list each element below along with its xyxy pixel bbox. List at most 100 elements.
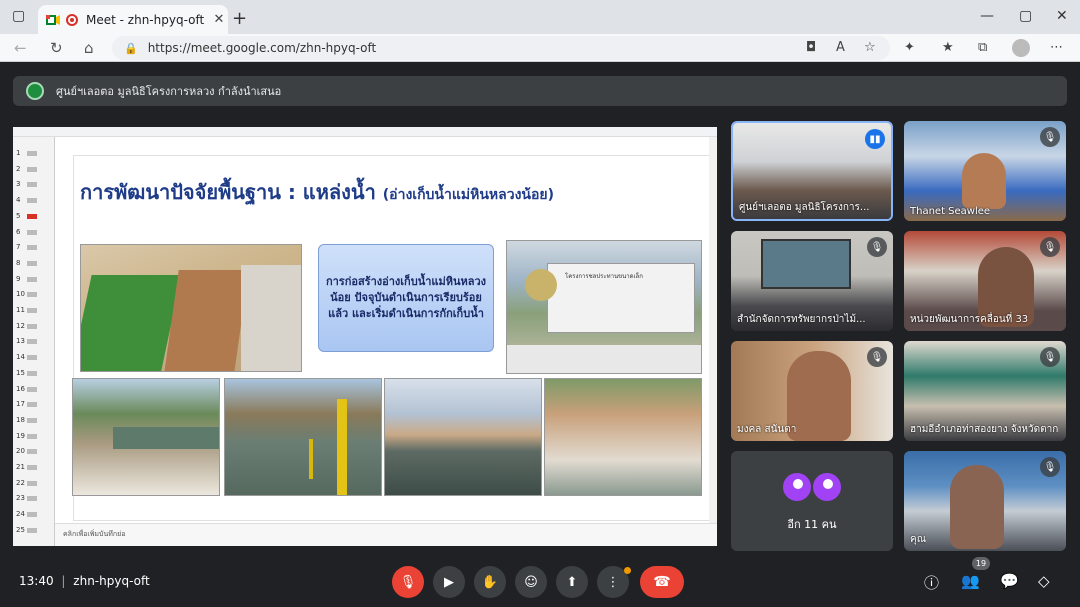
chat-icon[interactable]: 💬 [1000, 572, 1019, 590]
slide-title: การพัฒนาปัจจัยพื้นฐาน : แหล่งน้ำ (อ่างเก… [80, 176, 554, 208]
slide-thumb-icon[interactable] [27, 260, 37, 266]
slide-thumb-number[interactable]: 7 [16, 243, 20, 251]
slide-thumb-icon[interactable] [27, 339, 37, 345]
profile-avatar-icon[interactable] [1012, 39, 1030, 57]
mic-off-icon: 🎙 [867, 237, 887, 257]
close-tab-icon[interactable]: ✕ [210, 12, 228, 27]
slide-thumb-icon[interactable] [27, 417, 37, 423]
participant-name: หน่วยพัฒนาการคลื่อนที่ 33 [910, 314, 1029, 325]
slide-thumbnails[interactable]: 1 2 3 4 5 6 7 8 9 10 11 12 13 14 15 16 17 18 19 20 21 22 23 24 2… [13, 137, 55, 546]
more-menu-icon[interactable]: ⋯ [1050, 40, 1063, 55]
slide-title-main: การพัฒนาปัจจัยพื้นฐาน : แหล่งน้ำ [80, 180, 376, 204]
slide-thumb-number[interactable]: 25 [16, 526, 25, 534]
new-tab-icon[interactable]: + [232, 8, 247, 29]
slide-thumb-icon[interactable] [27, 370, 37, 376]
collections-icon[interactable]: ⧉ [978, 40, 987, 55]
read-aloud-icon[interactable]: A [836, 40, 845, 55]
avatar-icon [781, 471, 813, 503]
slide-thumb-number[interactable]: 5 [16, 212, 20, 220]
slide-thumb-number[interactable]: 4 [16, 196, 20, 204]
slide-thumb-number[interactable]: 3 [16, 180, 20, 188]
minimize-icon[interactable]: — [980, 8, 994, 24]
slide-thumb-icon[interactable] [27, 151, 37, 156]
camera-toggle-button[interactable]: ▶ [433, 566, 465, 598]
slide-thumb-icon[interactable] [27, 182, 37, 188]
slide-thumb-number[interactable]: 2 [16, 165, 20, 173]
slide-thumb-icon[interactable] [27, 465, 37, 470]
participant-tile-3[interactable]: 🎙 หน่วยพัฒนาการคลื่อนที่ 33 [904, 231, 1066, 331]
slide-thumb-number[interactable]: 9 [16, 275, 20, 283]
slide-thumb-icon[interactable] [27, 496, 37, 502]
slide-thumb-number[interactable]: 22 [16, 479, 25, 487]
photo-reservoir-3 [384, 378, 542, 496]
favorite-add-icon[interactable]: ☆ [864, 40, 876, 55]
notes-pane[interactable]: คลิกเพื่อเพิ่มบันทึกย่อ [55, 523, 717, 546]
tab-actions-icon[interactable]: ▢ [12, 8, 25, 24]
slide-thumb-icon[interactable] [27, 512, 37, 518]
slide-thumb-number[interactable]: 20 [16, 447, 25, 455]
participant-tile-4[interactable]: 🎙 มงคล สนันตา [731, 341, 893, 441]
slide-thumb-number[interactable]: 10 [16, 290, 25, 298]
slide-thumb-icon[interactable] [27, 402, 37, 408]
slide-thumb-number[interactable]: 16 [16, 385, 25, 393]
browser-tab[interactable]: Meet - zhn-hpyq-oft ✕ [38, 5, 228, 34]
tab-title: Meet - zhn-hpyq-oft [86, 12, 205, 27]
url-bar[interactable]: 🔒 https://meet.google.com/zhn-hpyq-oft [112, 36, 890, 60]
slide-thumb-icon[interactable] [27, 308, 37, 313]
slide-thumb-number[interactable]: 21 [16, 463, 25, 471]
participant-tile-0[interactable]: ▮▮ ศูนย์ฯเลอตอ มูลนิธิโครงการ... [731, 121, 893, 221]
slide-thumb-icon[interactable] [27, 292, 37, 298]
slide-thumb-number[interactable]: 8 [16, 259, 20, 267]
slide-thumb-icon[interactable] [27, 245, 37, 251]
extensions-icon[interactable]: ✦ [904, 40, 915, 55]
slide-thumb-number[interactable]: 17 [16, 400, 25, 408]
others-tile[interactable]: อีก 11 คน [731, 451, 893, 551]
slide-thumb-icon[interactable] [27, 527, 37, 533]
maximize-icon[interactable]: ▢ [1019, 8, 1032, 24]
mic-toggle-button[interactable]: 🎙 [392, 566, 424, 598]
slide-thumb-icon[interactable] [27, 198, 37, 204]
participant-tile-2[interactable]: 🎙 สำนักจัดการทรัพยากรป่าไม้... [731, 231, 893, 331]
shared-screen: 1 2 3 4 5 6 7 8 9 10 11 12 13 14 15 16 17 18 19 20 21 22 23 24 2… [13, 127, 717, 546]
participant-tile-6[interactable]: 🎙 คุณ [904, 451, 1066, 551]
participant-tile-5[interactable]: 🎙 ฮามอีอำเภอท่าสองยาง จังหวัดตาก [904, 341, 1066, 441]
slide-thumb-number[interactable]: 11 [16, 306, 25, 314]
people-icon[interactable]: 👥 [961, 572, 980, 590]
close-window-icon[interactable]: ✕ [1056, 8, 1068, 24]
avatar-icon [811, 471, 843, 503]
slide-scrollbar[interactable] [709, 137, 717, 532]
camera-site-icon[interactable]: ◘ [806, 40, 816, 55]
slide-thumb-number[interactable]: 19 [16, 432, 25, 440]
slide-thumb-icon[interactable] [27, 229, 37, 235]
slide-thumb-number[interactable]: 13 [16, 337, 25, 345]
slide-thumb-icon[interactable] [27, 480, 37, 486]
participant-count-badge: 19 [972, 557, 990, 570]
slide-thumb-number[interactable]: 1 [16, 149, 20, 157]
slide-thumb-number[interactable]: 23 [16, 494, 25, 502]
participant-tile-1[interactable]: 🎙 Thanet Seawlee [904, 121, 1066, 221]
slide-thumb-number[interactable]: 6 [16, 228, 20, 236]
slide-thumb-icon[interactable] [27, 449, 37, 455]
slide-thumb-number[interactable]: 14 [16, 353, 25, 361]
slide-thumb-icon[interactable] [27, 433, 37, 439]
slide-thumb-icon[interactable] [27, 166, 37, 172]
slide-thumb-icon[interactable] [27, 386, 37, 392]
leave-call-button[interactable]: ☎ [640, 566, 684, 598]
back-icon[interactable]: ← [14, 39, 27, 57]
raise-hand-button[interactable]: ✋ [474, 566, 506, 598]
slide-thumb-number[interactable]: 24 [16, 510, 25, 518]
slide-thumb-icon[interactable] [27, 323, 37, 329]
meeting-details-icon[interactable]: ⓘ [924, 572, 939, 593]
slide-thumb-number[interactable]: 18 [16, 416, 25, 424]
activities-icon[interactable]: ◇ [1038, 572, 1050, 590]
slide-thumb-icon[interactable] [27, 276, 37, 282]
slide-thumb-icon[interactable] [27, 355, 37, 361]
slide-thumb-number[interactable]: 15 [16, 369, 25, 377]
reload-icon[interactable]: ↻ [50, 39, 63, 57]
present-button[interactable]: ⬆ [556, 566, 588, 598]
home-icon[interactable]: ⌂ [84, 39, 94, 57]
slide-thumb-icon[interactable] [27, 213, 37, 219]
slide-thumb-number[interactable]: 12 [16, 322, 25, 330]
favorites-icon[interactable]: ★ [942, 40, 954, 55]
reactions-button[interactable]: ☺ [515, 566, 547, 598]
